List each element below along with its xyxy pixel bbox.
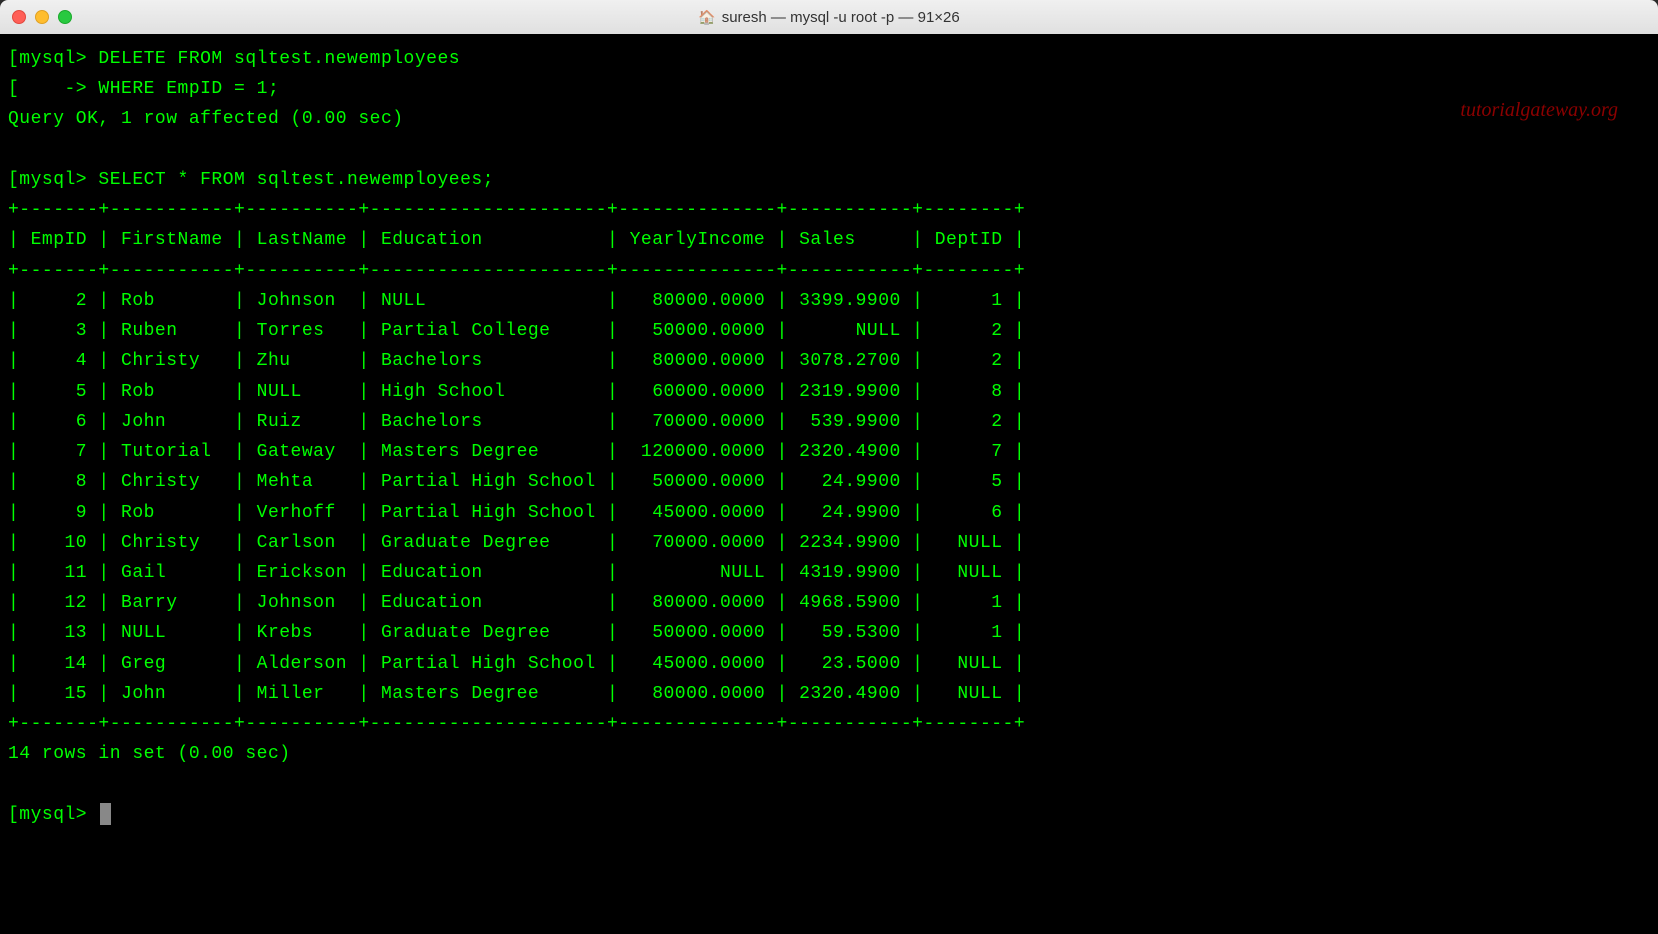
terminal-window: 🏠 suresh — mysql -u root -p — 91×26 tuto…: [0, 0, 1658, 934]
maximize-button[interactable]: [58, 10, 72, 24]
minimize-button[interactable]: [35, 10, 49, 24]
window-title-text: suresh — mysql -u root -p — 91×26: [722, 9, 960, 26]
terminal-output: [mysql> DELETE FROM sqltest.newemployees…: [8, 44, 1650, 830]
window-title: 🏠 suresh — mysql -u root -p — 91×26: [698, 9, 959, 26]
home-icon: 🏠: [698, 9, 715, 26]
titlebar: 🏠 suresh — mysql -u root -p — 91×26: [0, 0, 1658, 34]
close-button[interactable]: [12, 10, 26, 24]
terminal-content[interactable]: tutorialgateway.org [mysql> DELETE FROM …: [0, 34, 1658, 934]
cursor: [100, 803, 111, 825]
traffic-lights: [12, 10, 72, 24]
watermark: tutorialgateway.org: [1460, 94, 1618, 128]
